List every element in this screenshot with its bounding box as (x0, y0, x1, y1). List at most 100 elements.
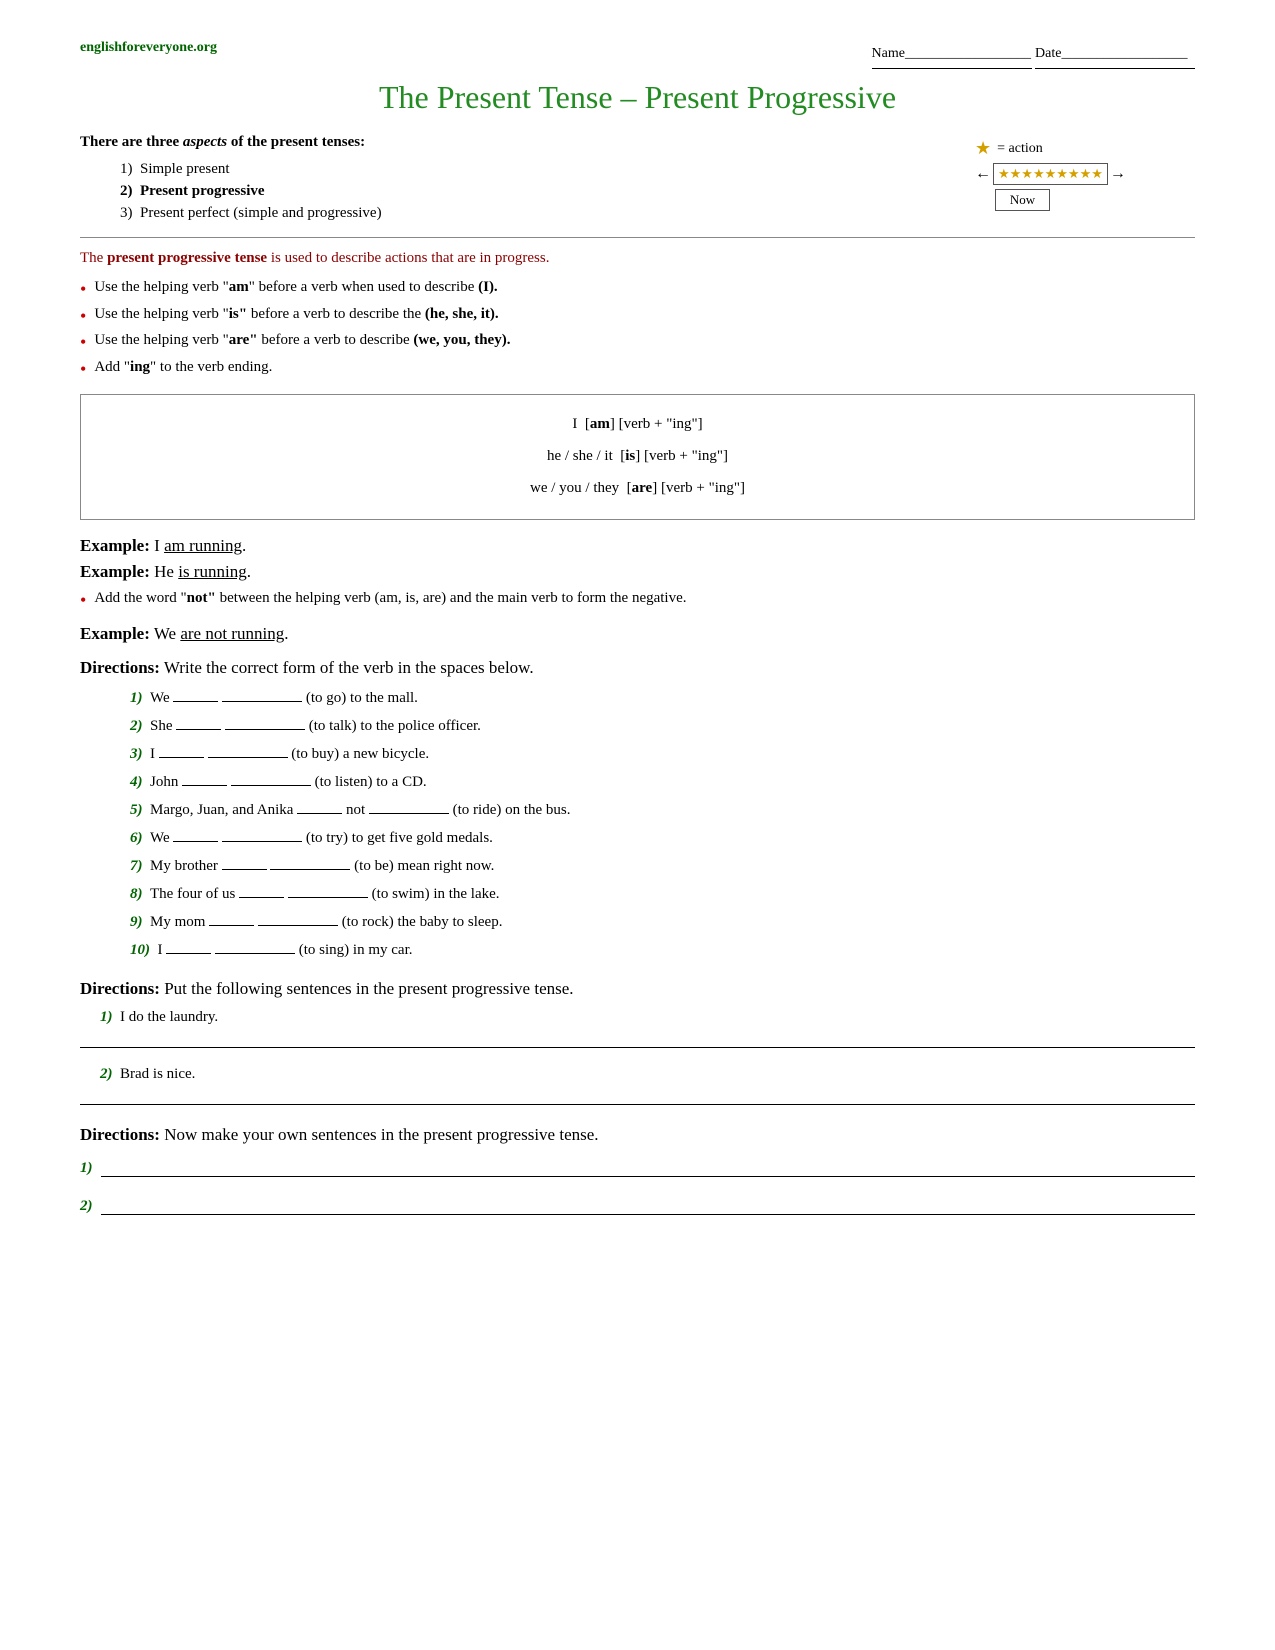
list-column: There are three aspects of the present t… (80, 134, 935, 227)
blank-6a[interactable] (173, 826, 218, 842)
negative-example-section: Example: We are not running. (80, 624, 1195, 644)
bullet-4: • Add "ing" to the verb ending. (80, 359, 1195, 381)
bullet-dot-2: • (80, 306, 86, 328)
now-box: Now (995, 189, 1195, 211)
answer-line-1[interactable] (80, 1030, 1195, 1048)
write-num-1: 1) (100, 1009, 113, 1025)
write-item-2: 2) Brad is nice. (100, 1066, 1195, 1083)
exercise-1-7: 7) My brother (to be) mean right now. (130, 854, 1195, 875)
ex3-text: I (to buy) a new bicycle. (150, 746, 429, 762)
example-1-label: Example: (80, 536, 150, 555)
blank-6b[interactable] (222, 826, 302, 842)
directions-3: Directions: Now make your own sentences … (80, 1125, 1195, 1215)
blank-5a[interactable] (297, 798, 342, 814)
directions-2: Directions: Put the following sentences … (80, 979, 1195, 1105)
answer-line-2[interactable] (80, 1087, 1195, 1105)
name-date-area: Name__________________ Date_____________… (872, 40, 1196, 69)
ex5-text: Margo, Juan, and Anika not (to ride) on … (150, 802, 571, 818)
write-sentence-2: Brad is nice. (120, 1066, 195, 1082)
exercise-1-2: 2) She (to talk) to the police officer. (130, 714, 1195, 735)
tense-list: 1) Simple present 2) Present progressive… (80, 161, 935, 222)
blank-7a[interactable] (222, 854, 267, 870)
directions-3-label: Directions: (80, 1125, 160, 1144)
list-item-3: 3) Present perfect (simple and progressi… (120, 205, 935, 222)
own-line-1[interactable] (101, 1159, 1196, 1177)
prog-description: The present progressive tense is used to… (80, 250, 1195, 267)
prog-bold-phrase: present progressive tense (107, 250, 267, 266)
bullet-dot-4: • (80, 359, 86, 381)
blank-2b[interactable] (225, 714, 305, 730)
name-label: Name (872, 46, 905, 61)
example-2-label: Example: (80, 562, 150, 581)
exercise-1-3: 3) I (to buy) a new bicycle. (130, 742, 1195, 763)
blank-3b[interactable] (208, 742, 288, 758)
timeline-row: ← ★★★★★★★★★ → (975, 163, 1195, 185)
bullet-text-4: Add "ing" to the verb ending. (94, 359, 272, 376)
intro-section: There are three aspects of the present t… (80, 134, 1195, 227)
bullet-3: • Use the helping verb "are" before a ve… (80, 332, 1195, 354)
neg-bullet-text: Add the word "not" between the helping v… (94, 590, 686, 607)
ex2-text: She (to talk) to the police officer. (150, 718, 481, 734)
blank-5b[interactable] (369, 798, 449, 814)
site-name-part3: .org (193, 40, 217, 55)
directions-1-label: Directions: (80, 658, 160, 677)
directions-2-label: Directions: (80, 979, 160, 998)
intro-text: There are three aspects of the present t… (80, 134, 935, 151)
site-name-part1: englishfor (80, 40, 140, 55)
bullet-section: • Use the helping verb "am" before a ver… (80, 279, 1195, 380)
blank-4b[interactable] (231, 770, 311, 786)
blank-1a[interactable] (173, 686, 218, 702)
blank-2a[interactable] (176, 714, 221, 730)
blank-4a[interactable] (182, 770, 227, 786)
divider (80, 237, 1195, 238)
neg-bullet-dot: • (80, 590, 86, 612)
site-name: englishforeveryone.org (80, 40, 217, 56)
name-row: Name__________________ (872, 40, 1032, 69)
bullet-text-2: Use the helping verb "is" before a verb … (94, 306, 498, 323)
star-action-label: = action (997, 141, 1043, 157)
formula-box: I [am] [verb + "ing"] he / she / it [is]… (80, 394, 1195, 520)
directions-3-text: Directions: Now make your own sentences … (80, 1125, 1195, 1145)
ex7-text: My brother (to be) mean right now. (150, 858, 494, 874)
blank-9a[interactable] (209, 910, 254, 926)
blank-8a[interactable] (239, 882, 284, 898)
diagram-column: ★ = action ← ★★★★★★★★★ → Now (975, 134, 1195, 211)
ex1-text: We (to go) to the mall. (150, 690, 418, 706)
bullet-dot-3: • (80, 332, 86, 354)
ex4-text: John (to listen) to a CD. (150, 774, 427, 790)
blank-7b[interactable] (270, 854, 350, 870)
bullet-1: • Use the helping verb "am" before a ver… (80, 279, 1195, 301)
ex10-text: I (to sing) in my car. (158, 942, 413, 958)
ex6-text: We (to try) to get five gold medals. (150, 830, 493, 846)
exercise-list-1: 1) We (to go) to the mall. 2) She (to ta… (80, 686, 1195, 959)
arrow-right-icon: → (1110, 165, 1126, 183)
blank-8b[interactable] (288, 882, 368, 898)
exercise-1-8: 8) The four of us (to swim) in the lake. (130, 882, 1195, 903)
example-section: Example: I am running. Example: He is ru… (80, 536, 1195, 582)
write-sentence-1: I do the laundry. (120, 1009, 218, 1025)
formula-line-1: I [am] [verb + "ing"] (101, 409, 1174, 439)
bullet-2: • Use the helping verb "is" before a ver… (80, 306, 1195, 328)
date-label: Date (1035, 46, 1061, 61)
blank-10a[interactable] (166, 938, 211, 954)
own-sentence-2: 2) (80, 1197, 1195, 1215)
arrow-left-icon: ← (975, 165, 991, 183)
write-num-2: 2) (100, 1066, 113, 1082)
blank-1b[interactable] (222, 686, 302, 702)
blank-10b[interactable] (215, 938, 295, 954)
bullet-dot-1: • (80, 279, 86, 301)
exercise-1-1: 1) We (to go) to the mall. (130, 686, 1195, 707)
example-negative: Example: We are not running. (80, 624, 1195, 644)
example-1-underline: am running (164, 536, 242, 555)
now-label: Now (995, 189, 1050, 211)
example-1: Example: I am running. (80, 536, 1195, 556)
own-line-2[interactable] (101, 1197, 1196, 1215)
date-row: Date__________________ (1035, 40, 1195, 69)
exercise-1-9: 9) My mom (to rock) the baby to sleep. (130, 910, 1195, 931)
directions-1-text: Directions: Write the correct form of th… (80, 658, 1195, 678)
bullet-text-1: Use the helping verb "am" before a verb … (94, 279, 497, 296)
blank-3a[interactable] (159, 742, 204, 758)
blank-9b[interactable] (258, 910, 338, 926)
star-legend: ★ = action (975, 138, 1195, 159)
example-neg-label: Example: (80, 624, 150, 643)
